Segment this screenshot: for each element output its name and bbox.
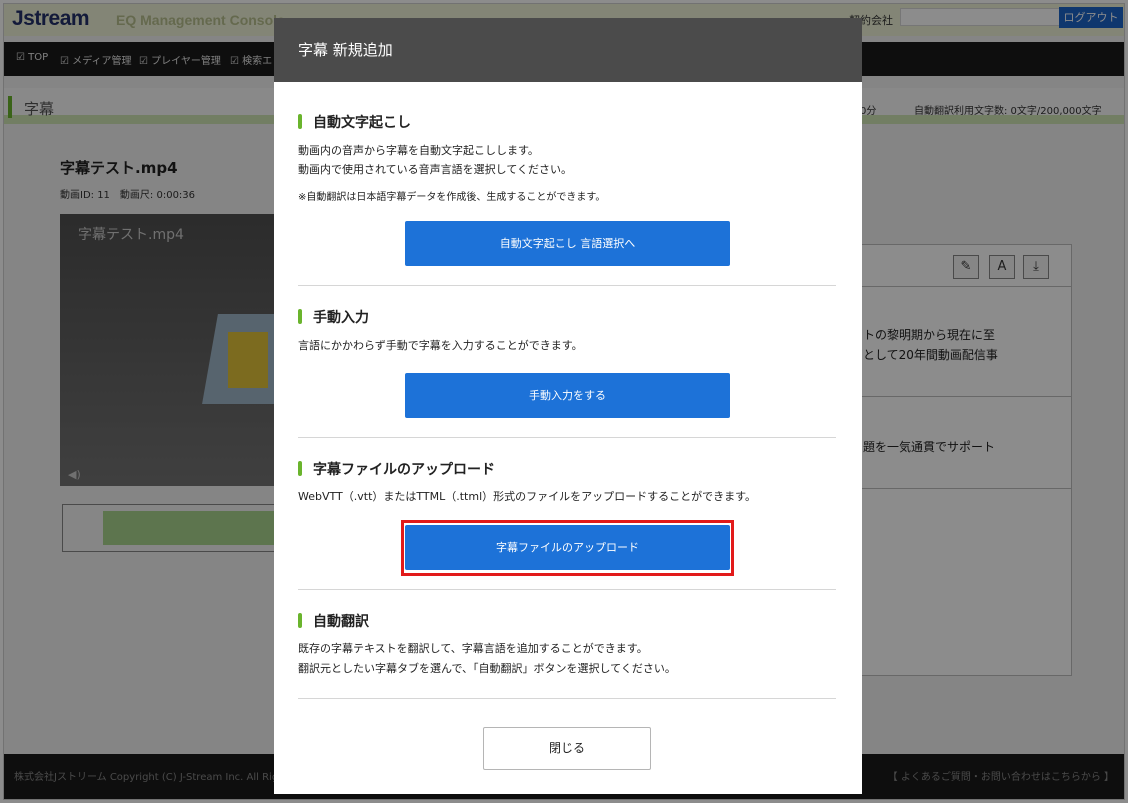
section-description: 動画内で使用されている音声言語を選択してください。	[298, 163, 573, 176]
subtitle-file-upload-button[interactable]: 字幕ファイルのアップロード	[405, 525, 730, 570]
section-divider	[298, 437, 836, 438]
section-heading-manual-input: 手動入力	[298, 307, 369, 327]
modal-header: 字幕 新規追加	[274, 18, 862, 82]
section-description: 翻訳元としたい字幕タブを選んで、「自動翻訳」ボタンを選択してください。	[298, 662, 676, 675]
section-description: WebVTT（.vtt）またはTTML（.ttml）形式のファイルをアップロード…	[298, 490, 757, 503]
auto-transcription-language-button[interactable]: 自動文字起こし 言語選択へ	[405, 221, 730, 266]
section-heading-auto-transcription: 自動文字起こし	[298, 112, 411, 132]
section-description: 既存の字幕テキストを翻訳して、字幕言語を追加することができます。	[298, 642, 648, 655]
section-description: 動画内の音声から字幕を自動文字起こしします。	[298, 144, 539, 157]
section-note: ※自動翻訳は日本語字幕データを作成後、生成することができます。	[298, 192, 606, 203]
close-button[interactable]: 閉じる	[483, 727, 651, 770]
section-divider	[298, 285, 836, 286]
manual-input-button[interactable]: 手動入力をする	[405, 373, 730, 418]
modal-title: 字幕 新規追加	[298, 41, 393, 59]
section-description: 言語にかかわらず手動で字幕を入力することができます。	[298, 339, 583, 352]
section-heading-auto-translation: 自動翻訳	[298, 611, 369, 631]
section-divider	[298, 589, 836, 590]
section-divider	[298, 698, 836, 699]
section-heading-file-upload: 字幕ファイルのアップロード	[298, 459, 495, 479]
add-subtitle-modal: 字幕 新規追加 自動文字起こし 動画内の音声から字幕を自動文字起こしします。 動…	[274, 18, 862, 794]
